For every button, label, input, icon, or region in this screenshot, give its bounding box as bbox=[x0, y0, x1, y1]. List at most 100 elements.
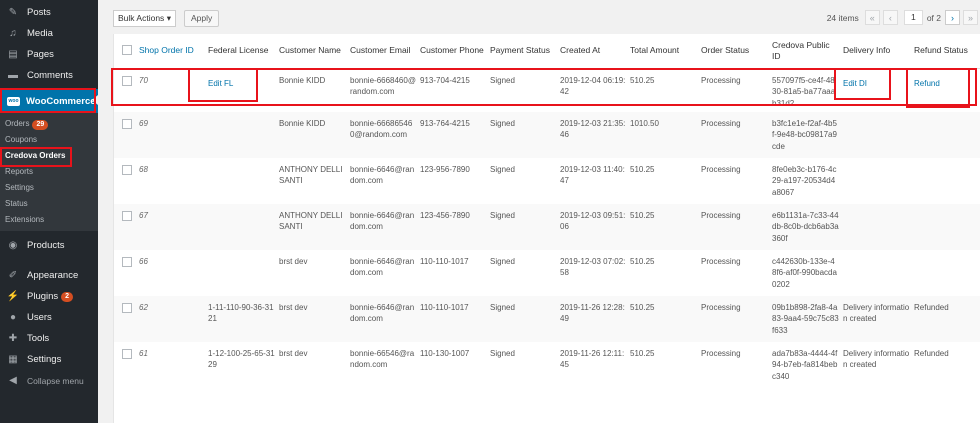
row-select-cell bbox=[114, 295, 137, 342]
menu-label: Settings bbox=[27, 354, 62, 365]
pagination: 24 items « ‹ 1 of 2 › » bbox=[827, 10, 978, 25]
products-icon: ◉ bbox=[8, 240, 18, 251]
table-header: Shop Order ID Federal License Customer N… bbox=[114, 34, 980, 69]
menu-label: Pages bbox=[27, 49, 54, 60]
row-checkbox[interactable] bbox=[122, 118, 132, 129]
collapse-menu-button[interactable]: ◀ Collapse menu bbox=[0, 370, 98, 391]
cell-created-at: 2019-11-26 12:11:45 bbox=[558, 342, 628, 388]
cell-refund-status bbox=[912, 250, 980, 296]
total-amount-value: 510.25 bbox=[630, 164, 655, 174]
cell-delivery-info bbox=[841, 111, 912, 158]
row-checkbox[interactable] bbox=[122, 348, 132, 359]
cell-created-at: 2019-12-04 06:19:42 bbox=[558, 68, 628, 112]
customer-name-value: brst dev bbox=[279, 348, 308, 358]
cell-customer-email: bonnie-66546@random.com bbox=[348, 342, 418, 388]
menu-label: Collapse menu bbox=[27, 375, 84, 386]
cell-credova-public-id: ada7b83a-4444-4f94-b7eb-fa814bebc340 bbox=[770, 342, 841, 388]
created-at-value: 2019-12-04 06:19:42 bbox=[560, 75, 626, 97]
apply-button[interactable]: Apply bbox=[184, 10, 220, 27]
cell-customer-email: bonnie-6646@random.com bbox=[348, 203, 418, 250]
payment-status-value: Signed bbox=[490, 256, 515, 266]
cell-customer-phone: 110-110-1017 bbox=[418, 295, 488, 342]
cell-created-at: 2019-11-26 12:28:49 bbox=[558, 295, 628, 342]
menu-tools[interactable]: ✚ Tools bbox=[0, 328, 98, 349]
order-id-value: 67 bbox=[139, 210, 148, 220]
submenu-extensions[interactable]: Extensions bbox=[0, 212, 98, 228]
credova-public-id-value: e6b1131a-7c33-44db-8c0b-dcb6ab3a360f bbox=[772, 210, 839, 243]
menu-media[interactable]: ♫ Media bbox=[0, 23, 98, 44]
cell-customer-phone: 123-456-7890 bbox=[418, 203, 488, 250]
federal-license-link[interactable]: Edit FL bbox=[208, 78, 233, 90]
delivery-info-link[interactable]: Edit DI bbox=[843, 78, 867, 90]
customer-email-value: bonnie-66546@random.com bbox=[350, 348, 415, 370]
col-refund-status: Refund Status bbox=[912, 34, 980, 69]
menu-settings[interactable]: ▦ Settings bbox=[0, 349, 98, 370]
menu-products[interactable]: ◉ Products bbox=[0, 235, 98, 256]
submenu-settings[interactable]: Settings bbox=[0, 180, 98, 196]
select-all-checkbox[interactable] bbox=[122, 44, 132, 55]
comments-icon: ▬ bbox=[8, 70, 18, 81]
menu-pages[interactable]: ▤ Pages bbox=[0, 44, 98, 65]
prev-page-button[interactable]: ‹ bbox=[882, 10, 898, 25]
customer-name-value: Bonnie KIDD bbox=[279, 118, 326, 128]
cell-refund-status bbox=[912, 203, 980, 250]
bulk-actions-select[interactable]: Bulk Actions ▾ bbox=[113, 10, 176, 27]
submenu-reports[interactable]: Reports bbox=[0, 164, 98, 180]
row-checkbox[interactable] bbox=[122, 302, 132, 313]
cell-customer-name: brst dev bbox=[277, 250, 348, 296]
submenu-credova-orders[interactable]: Credova Orders bbox=[0, 148, 98, 164]
customer-phone-value: 110-130-1007 bbox=[420, 348, 470, 358]
order-id-value: 68 bbox=[139, 164, 148, 174]
cell-total-amount: 510.25 bbox=[628, 68, 699, 112]
menu-comments[interactable]: ▬ Comments bbox=[0, 65, 98, 86]
submenu-status[interactable]: Status bbox=[0, 196, 98, 212]
cell-total-amount: 510.25 bbox=[628, 250, 699, 296]
cell-order-id: 61 bbox=[137, 342, 206, 388]
last-page-button[interactable]: » bbox=[963, 10, 978, 25]
users-icon: ● bbox=[9, 312, 17, 323]
first-page-button[interactable]: « bbox=[864, 10, 880, 25]
orders-table: Shop Order ID Federal License Customer N… bbox=[113, 34, 980, 423]
refund-status-link[interactable]: Refund bbox=[914, 78, 940, 90]
items-count: 24 items bbox=[826, 12, 859, 23]
total-amount-value: 510.25 bbox=[630, 348, 655, 358]
cell-delivery-info[interactable]: Edit DI bbox=[841, 68, 912, 112]
cell-payment-status: Signed bbox=[488, 295, 558, 342]
submenu-coupons[interactable]: Coupons bbox=[0, 132, 98, 148]
customer-email-value: bonnie-6646@random.com bbox=[350, 164, 415, 186]
order-id-value: 69 bbox=[139, 118, 148, 128]
created-at-value: 2019-12-03 07:02:58 bbox=[560, 256, 626, 278]
menu-appearance[interactable]: ✐ Appearance bbox=[0, 265, 98, 286]
col-shop-order-id[interactable]: Shop Order ID bbox=[137, 34, 206, 69]
col-delivery-info: Delivery Info bbox=[841, 34, 912, 69]
menu-plugins[interactable]: ⚡ Plugins 2 bbox=[0, 286, 98, 307]
current-page-input[interactable]: 1 bbox=[903, 10, 923, 25]
cell-refund-status[interactable]: Refund bbox=[912, 68, 980, 112]
menu-woocommerce[interactable]: woo WooCommerce bbox=[0, 89, 98, 113]
order-id-value: 66 bbox=[139, 256, 148, 266]
cell-customer-phone: 110-110-1017 bbox=[418, 250, 488, 296]
cell-refund-status bbox=[912, 158, 980, 204]
customer-name-value: ANTHONY DELLISANTI bbox=[279, 210, 343, 232]
menu-label: Products bbox=[27, 240, 65, 251]
cell-refund-status bbox=[912, 111, 980, 158]
cell-federal-license bbox=[206, 158, 277, 204]
row-checkbox[interactable] bbox=[122, 75, 132, 86]
menu-posts[interactable]: ✎ Posts bbox=[0, 2, 98, 23]
row-checkbox[interactable] bbox=[122, 210, 132, 221]
cell-federal-license[interactable]: Edit FL bbox=[206, 68, 277, 112]
row-select-cell bbox=[114, 111, 137, 158]
cell-total-amount: 510.25 bbox=[628, 295, 699, 342]
credova-public-id-value: 557097f5-ce4f-4830-81a5-ba77aaab31d2 bbox=[772, 75, 836, 108]
woo-icon: woo bbox=[7, 96, 20, 106]
menu-users[interactable]: ● Users bbox=[0, 307, 98, 328]
row-checkbox[interactable] bbox=[122, 164, 132, 175]
menu-label: Appearance bbox=[27, 270, 79, 281]
page-total: of 2 bbox=[926, 12, 941, 23]
cell-order-id: 62 bbox=[137, 295, 206, 342]
refund-status-value: Refunded bbox=[914, 348, 949, 358]
row-checkbox[interactable] bbox=[122, 256, 132, 267]
submenu-orders[interactable]: Orders 29 bbox=[0, 116, 98, 132]
next-page-button[interactable]: › bbox=[945, 10, 960, 25]
customer-phone-value: 913-764-4215 bbox=[420, 118, 470, 128]
